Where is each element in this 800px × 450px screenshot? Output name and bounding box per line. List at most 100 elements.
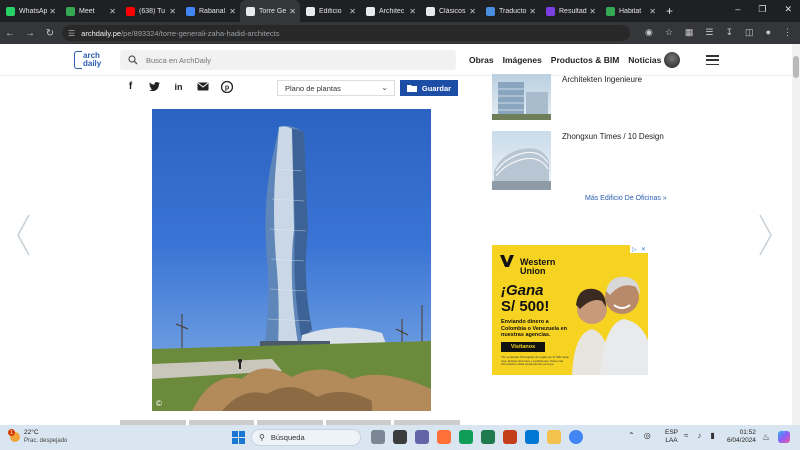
menu-dots-icon[interactable]: ⋮	[783, 27, 792, 38]
main-photo[interactable]: ©	[152, 109, 431, 411]
ad-fine-print: *Se sortearán 50 tarjetas de regalo de S…	[501, 355, 569, 367]
archdaily-logo[interactable]: arch daily	[72, 49, 108, 71]
forward-icon[interactable]: →	[20, 28, 40, 39]
tab-close-icon[interactable]: ✕	[649, 7, 656, 16]
browser-tab[interactable]: (638) Tu ✕	[120, 0, 180, 22]
chevron-up-icon[interactable]: ⌃	[628, 431, 635, 440]
browser-tab[interactable]: Torre Ge ✕	[240, 0, 300, 22]
related-title-2[interactable]: Zhongxun Times / 10 Design	[562, 132, 664, 141]
related-thumbnail-1[interactable]	[492, 74, 551, 120]
media-icon[interactable]: ☰	[705, 27, 713, 38]
teams-app-icon[interactable]	[415, 430, 429, 444]
plan-select-value: Plano de plantas	[285, 83, 341, 93]
microphone-icon[interactable]: ◎	[644, 431, 651, 440]
search-input[interactable]	[146, 55, 426, 65]
browser-tab[interactable]: Edificio ✕	[300, 0, 360, 22]
avatar[interactable]	[664, 52, 680, 68]
ad-choices-icon[interactable]: ▷ ✕	[630, 245, 648, 253]
close-window-icon[interactable]: ✕	[784, 4, 792, 15]
tab-close-icon[interactable]: ✕	[589, 7, 596, 16]
back-icon[interactable]: ←	[0, 28, 20, 39]
copilot-icon[interactable]	[778, 431, 790, 443]
twitter-icon[interactable]	[148, 80, 161, 93]
browser-tab-strip: WhatsApp✕Meet✕(638) Tu✕Rabanal✕Torre Ge✕…	[0, 0, 800, 22]
download-icon[interactable]: ↧	[726, 27, 734, 38]
tab-close-icon[interactable]: ✕	[109, 7, 116, 16]
mail-app-icon[interactable]	[525, 430, 539, 444]
windows-start-icon[interactable]	[232, 431, 245, 444]
page-scrollbar[interactable]	[792, 44, 800, 425]
tab-close-icon[interactable]: ✕	[169, 7, 176, 16]
tab-close-icon[interactable]: ✕	[349, 7, 356, 16]
logo-mark	[74, 51, 82, 69]
firefox-app-icon[interactable]	[437, 430, 451, 444]
more-offices-link[interactable]: Más Edificio De Oficinas »	[585, 195, 667, 202]
save-button[interactable]: Guardar	[400, 80, 458, 96]
minimize-icon[interactable]: –	[735, 4, 740, 15]
browser-tab[interactable]: Meet ✕	[60, 0, 120, 22]
pinterest-icon[interactable]: p	[220, 80, 233, 93]
related-thumbnail-2[interactable]	[492, 131, 551, 190]
previous-arrow-icon[interactable]	[15, 213, 31, 257]
terminal-app-icon[interactable]	[393, 430, 407, 444]
chrome-app-icon[interactable]	[569, 430, 583, 444]
nav-imagenes[interactable]: Imágenes	[503, 55, 542, 65]
tab-close-icon[interactable]: ✕	[49, 7, 56, 16]
browser-tab[interactable]: Rabanal ✕	[180, 0, 240, 22]
task-view-icon[interactable]	[371, 430, 385, 444]
battery-icon: ▮	[710, 431, 715, 440]
eye-off-icon[interactable]: ◉	[645, 27, 653, 38]
browser-tab[interactable]: Resultad ✕	[540, 0, 600, 22]
site-info-icon[interactable]: ☰	[68, 29, 75, 38]
linkedin-icon[interactable]: in	[172, 80, 185, 93]
sidepanel-icon[interactable]: ◫	[745, 27, 754, 38]
browser-tab[interactable]: Architec ✕	[360, 0, 420, 22]
tab-favicon-icon	[426, 6, 435, 16]
related-title-1[interactable]: Architekten Ingenieure	[562, 75, 642, 84]
western-union-ad[interactable]: Western Union ¡Gana S/ 500! Enviando din…	[492, 245, 648, 375]
nav-obras[interactable]: Obras	[469, 55, 494, 65]
tab-label: (638) Tu	[139, 7, 166, 15]
tab-close-icon[interactable]: ✕	[529, 7, 536, 16]
new-tab-button[interactable]: +	[666, 4, 673, 18]
notification-bell-icon[interactable]: ♨	[762, 432, 770, 443]
facebook-icon[interactable]: f	[124, 80, 137, 93]
profile-icon[interactable]: ●	[766, 27, 771, 38]
browser-tab[interactable]: Clásicos ✕	[420, 0, 480, 22]
powerpoint-app-icon[interactable]	[503, 430, 517, 444]
address-bar[interactable]: ☰ archdaily.pe/pe/893324/torre-generali-…	[62, 25, 630, 41]
copyright-mark: ©	[156, 399, 162, 408]
next-arrow-icon[interactable]	[758, 213, 774, 257]
ad-cta-button[interactable]: Visítanos	[501, 342, 545, 352]
scrollbar-thumb[interactable]	[793, 56, 799, 78]
file-explorer-icon[interactable]	[547, 430, 561, 444]
edge-app-icon[interactable]	[459, 430, 473, 444]
browser-tab[interactable]: Habitat ✕	[600, 0, 660, 22]
hamburger-menu-icon[interactable]	[706, 55, 719, 65]
email-icon[interactable]	[196, 80, 209, 93]
restore-icon[interactable]: ❐	[758, 4, 766, 15]
main-nav: Obras Imágenes Productos & BIM Noticias	[469, 55, 661, 65]
plan-select[interactable]: Plano de plantas ⌄	[277, 80, 395, 96]
browser-tab[interactable]: Traducto ✕	[480, 0, 540, 22]
extensions-icon[interactable]: ▦	[685, 27, 694, 38]
tab-close-icon[interactable]: ✕	[469, 7, 476, 16]
browser-tab[interactable]: WhatsApp✕	[0, 0, 60, 22]
tab-close-icon[interactable]: ✕	[289, 7, 296, 16]
western-union-logo-icon	[500, 255, 514, 267]
system-clock[interactable]: 01:52 6/04/2024	[727, 429, 756, 445]
nav-noticias[interactable]: Noticias	[628, 55, 661, 65]
nav-productos[interactable]: Productos & BIM	[551, 55, 619, 65]
star-icon[interactable]: ☆	[665, 27, 673, 38]
language-indicator[interactable]: ESP LAA	[665, 429, 678, 445]
toolbar-actions: ◉ ☆ ▦ ☰ ↧ ◫ ● ⋮	[645, 27, 792, 38]
excel-app-icon[interactable]	[481, 430, 495, 444]
notification-badge: 1	[8, 429, 15, 436]
reload-icon[interactable]: ↻	[40, 28, 60, 39]
taskbar-search[interactable]: ⚲ Búsqueda	[251, 429, 361, 446]
quick-settings[interactable]: ≈ ♪ ▮	[684, 431, 715, 440]
tab-label: Habitat	[619, 7, 642, 15]
weather-widget[interactable]: 1 22°C Prac. despejado	[8, 429, 67, 445]
tab-close-icon[interactable]: ✕	[229, 7, 236, 16]
tab-close-icon[interactable]: ✕	[409, 7, 416, 16]
